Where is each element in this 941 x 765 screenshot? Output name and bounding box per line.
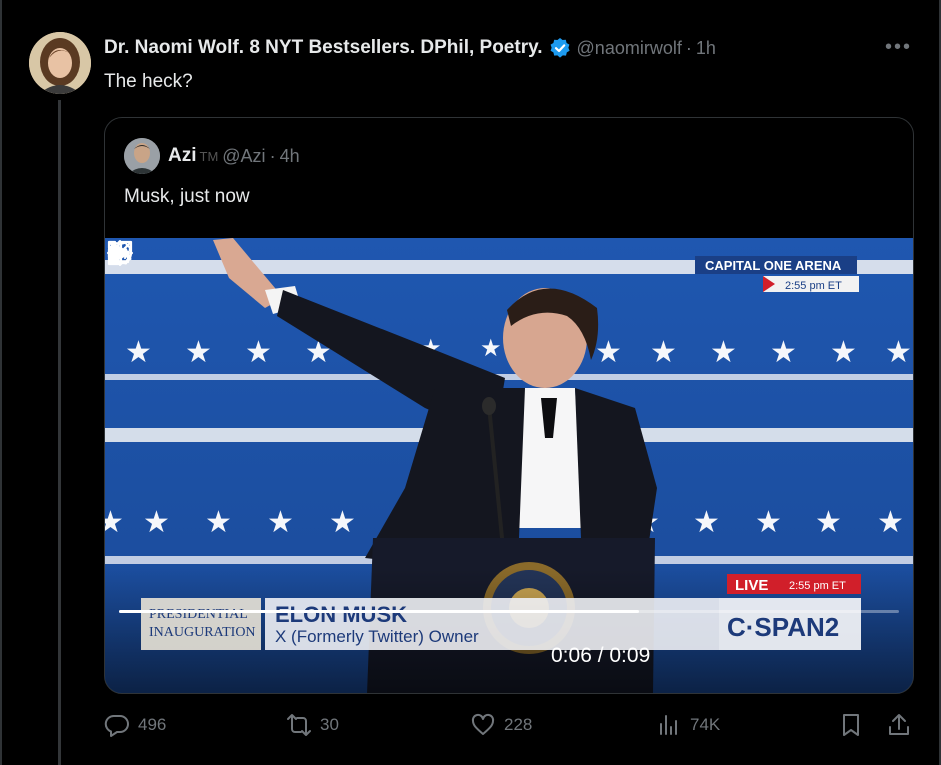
quoted-author-handle[interactable]: @Azi [222,146,265,167]
author-handle[interactable]: @naomirwolf [577,38,682,59]
repost-button[interactable]: 30 [286,712,339,738]
chyron-event-line1: PRESIDENTIAL [149,607,248,622]
post-header: Dr. Naomi Wolf. 8 NYT Bestsellers. DPhil… [104,34,716,62]
separator-dot: · [269,145,276,166]
svg-text:★: ★ [105,505,124,540]
network-logo: C·SPAN2 [727,612,839,642]
more-options-icon[interactable]: ••• [885,36,912,59]
author-name[interactable]: Dr. Naomi Wolf. 8 NYT Bestsellers. DPhil… [104,37,543,59]
video-frame: ★ ★ ★ ★ ★ ★ ★ ★ ★ ★ ★ ★ ★ ★ ★ ★ ★ ★ ★ ★ … [105,238,913,693]
views-button[interactable]: 74K [656,712,720,738]
share-button[interactable] [886,712,920,738]
svg-text:★: ★ [143,505,170,540]
quoted-post[interactable]: Azi TM @Azi · 4h Musk, just now ★ ★ ★ ★ … [104,117,914,694]
quoted-post-time[interactable]: 4h [280,146,300,167]
venue-label: CAPITAL ONE ARENA [705,258,842,273]
like-button[interactable]: 228 [470,712,532,738]
post-text: The heck? [104,71,193,92]
svg-text:★: ★ [885,335,912,370]
share-icon [889,714,909,735]
reply-count: 496 [138,715,167,734]
quoted-avatar[interactable] [124,138,160,174]
svg-text:★: ★ [125,335,152,370]
svg-text:★: ★ [245,335,272,370]
svg-text:★: ★ [815,505,842,540]
bookmark-icon [843,714,859,736]
chyron-title: X (Formerly Twitter) Owner [275,627,479,646]
svg-text:★: ★ [480,334,502,362]
left-border [0,0,2,765]
svg-text:★: ★ [650,335,677,370]
venue-time: 2:55 pm ET [785,280,842,292]
svg-text:★: ★ [755,505,782,540]
post-time[interactable]: 1h [696,38,716,59]
svg-text:★: ★ [770,335,797,370]
reply-icon [104,714,129,737]
svg-text:★: ★ [693,505,720,540]
quoted-post-text: Musk, just now [124,186,250,207]
reply-button[interactable]: 496 [104,712,166,738]
live-time: 2:55 pm ET [789,580,846,592]
svg-text:★: ★ [710,335,737,370]
repost-icon [287,714,311,736]
repost-count: 30 [320,715,339,734]
fullscreen-icon[interactable] [105,238,135,268]
video-time: 0:06 / 0:09 [551,644,651,667]
action-bar: 496 30 228 74K [104,712,914,744]
thread-connector [58,100,61,765]
svg-text:★: ★ [267,505,294,540]
views-chart-icon [660,715,677,735]
chyron-event-line2: INAUGURATION [149,625,256,640]
verified-badge-icon [550,38,570,58]
chyron-name: ELON MUSK [275,602,407,627]
svg-text:★: ★ [205,505,232,540]
svg-text:★: ★ [830,335,857,370]
svg-text:★: ★ [877,505,904,540]
svg-text:★: ★ [185,335,212,370]
heart-icon [471,713,495,735]
live-label: LIVE [735,577,768,594]
like-count: 228 [504,715,533,734]
bookmark-button[interactable] [838,712,872,738]
video-player[interactable]: ★ ★ ★ ★ ★ ★ ★ ★ ★ ★ ★ ★ ★ ★ ★ ★ ★ ★ ★ ★ … [105,238,913,693]
svg-text:★: ★ [595,335,622,370]
quoted-header: Azi TM @Azi · 4h [124,138,300,174]
views-count: 74K [690,715,721,734]
quoted-author-name[interactable]: Azi [168,145,197,167]
separator-dot: · [685,37,692,58]
quoted-tm-badge: TM [199,148,219,164]
author-avatar[interactable] [29,32,91,94]
progress-fill [119,610,640,613]
svg-text:★: ★ [329,505,356,540]
